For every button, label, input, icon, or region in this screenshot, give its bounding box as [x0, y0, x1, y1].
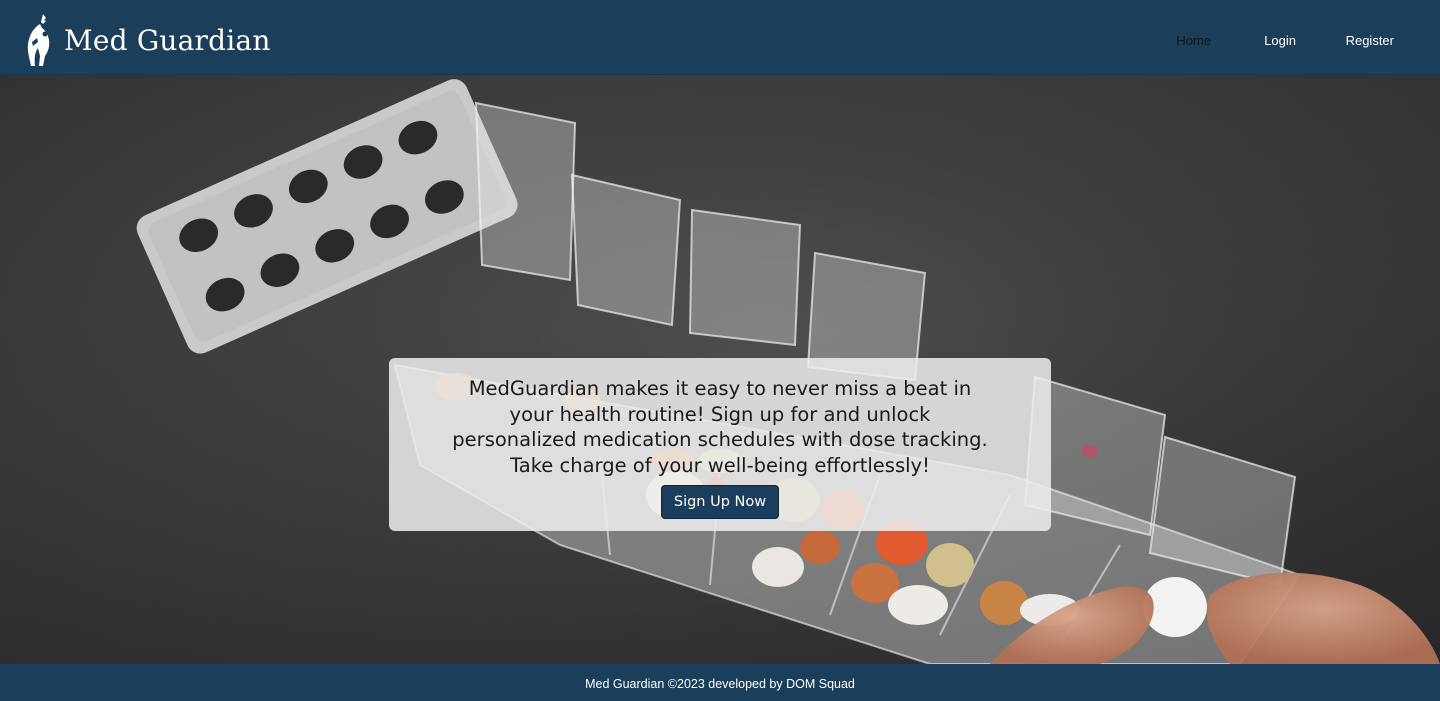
nav-register-link[interactable]: Register	[1346, 33, 1394, 48]
footer: Med Guardian ©2023 developed by DOM Squa…	[0, 664, 1440, 701]
brand-name: Med Guardian	[64, 23, 271, 57]
navbar: Med Guardian Home Login Register	[0, 0, 1440, 75]
footer-text: Med Guardian ©2023 developed by DOM Squa…	[585, 677, 855, 691]
hero-section: MedGuardian makes it easy to never miss …	[0, 75, 1440, 664]
guardian-figure-icon	[24, 12, 54, 68]
cta-card: MedGuardian makes it easy to never miss …	[389, 358, 1051, 531]
sign-up-now-button[interactable]: Sign Up Now	[660, 485, 780, 519]
nav-home-link[interactable]: Home	[1176, 33, 1211, 48]
nav-login-link[interactable]: Login	[1264, 33, 1296, 48]
hero-message: MedGuardian makes it easy to never miss …	[452, 377, 988, 477]
brand-link[interactable]: Med Guardian	[24, 12, 271, 68]
